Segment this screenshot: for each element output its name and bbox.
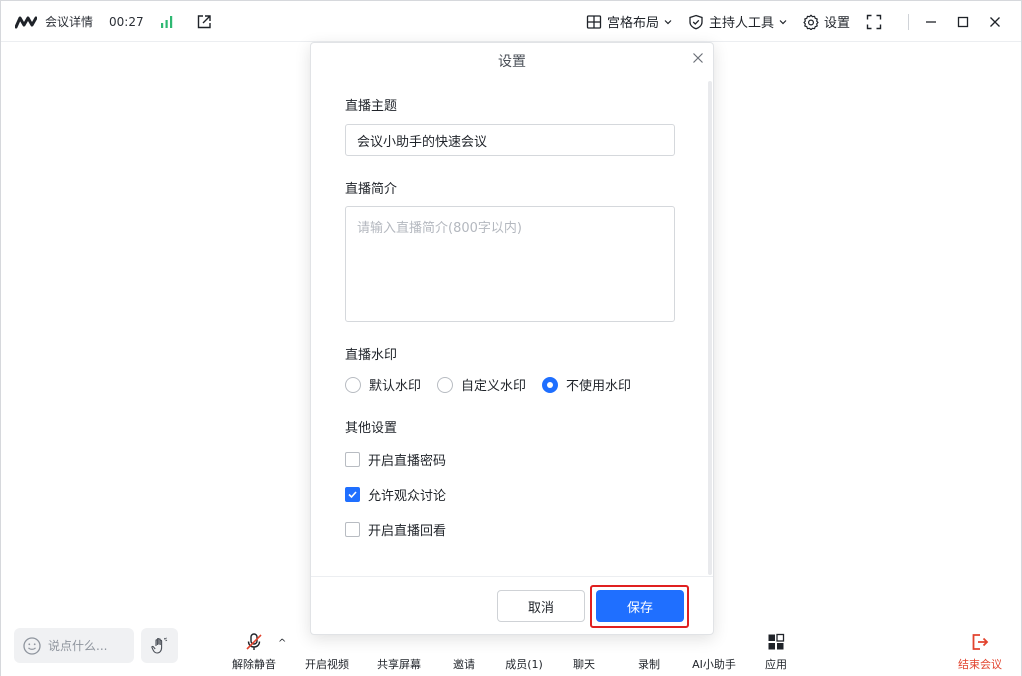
tool-label: 聊天 — [573, 658, 595, 671]
apps-button[interactable]: 应用 — [764, 622, 788, 672]
tool-label: 邀请 — [453, 658, 475, 671]
checkbox-live-replay[interactable]: 开启直播回看 — [345, 520, 446, 539]
minimize-button[interactable] — [925, 16, 937, 28]
live-topic-input[interactable]: 会议小助手的快速会议 — [345, 124, 675, 156]
grid-layout-icon — [586, 14, 602, 29]
exit-icon — [972, 634, 989, 650]
cancel-button[interactable]: 取消 — [497, 590, 585, 622]
radio-label: 默认水印 — [369, 379, 422, 394]
settings-button[interactable]: 设置 — [803, 12, 850, 31]
close-window-button[interactable] — [989, 16, 1001, 28]
signal-strength-icon — [160, 15, 172, 28]
scrollbar[interactable] — [708, 81, 712, 575]
dialog-title: 设置 — [498, 54, 526, 70]
host-tools-menu[interactable]: 主持人工具 — [688, 12, 787, 31]
live-intro-label: 直播简介 — [345, 182, 398, 197]
tool-label: AI小助手 — [692, 658, 736, 671]
dialog-footer-divider — [311, 576, 713, 577]
watermark-label: 直播水印 — [345, 348, 398, 363]
raise-hand-icon — [150, 636, 167, 654]
quick-chat-input[interactable]: 说点什么... — [14, 628, 134, 663]
checkbox-label: 开启直播密码 — [368, 454, 447, 469]
maximize-icon — [957, 16, 969, 27]
meeting-details-link[interactable]: 会议详情 — [45, 13, 93, 30]
app-logo-icon — [15, 16, 37, 28]
checkbox-label: 开启直播回看 — [368, 524, 447, 539]
tool-label: 开启视频 — [305, 658, 349, 671]
maximize-button[interactable] — [957, 16, 969, 28]
host-tools-label: 主持人工具 — [708, 16, 774, 31]
mic-muted-icon — [246, 633, 262, 650]
radio-default-watermark[interactable]: 默认水印 — [345, 375, 421, 394]
tool-label: 共享屏幕 — [377, 658, 421, 671]
shield-check-icon — [689, 14, 703, 29]
radio-no-watermark[interactable]: 不使用水印 — [542, 375, 631, 394]
settings-dialog: 设置 直播主题 会议小助手的快速会议 直播简介 请输入直播简介(800字以内) … — [310, 42, 714, 635]
chevron-down-icon — [779, 19, 787, 24]
live-intro-textarea[interactable]: 请输入直播简介(800字以内) — [345, 206, 675, 322]
checkmark-icon — [348, 491, 357, 499]
checkbox-label: 允许观众讨论 — [368, 489, 447, 504]
top-bar: 会议详情 00:27 宫格布局 主持人工具 设置 — [1, 1, 1021, 42]
radio-circle — [437, 376, 454, 393]
raise-hand-button[interactable] — [141, 628, 178, 663]
settings-label: 设置 — [823, 16, 850, 31]
checkbox-live-password[interactable]: 开启直播密码 — [345, 450, 446, 469]
chat-placeholder: 说点什么... — [48, 639, 108, 653]
checkbox-box-checked — [345, 487, 360, 502]
tool-label: 成员(1) — [505, 658, 543, 671]
checkbox-allow-discussion[interactable]: 允许观众讨论 — [345, 485, 446, 504]
save-button[interactable]: 保存 — [596, 590, 684, 622]
radio-circle-selected — [542, 376, 559, 393]
layout-menu-label: 宫格布局 — [606, 16, 659, 31]
app-window: 会议详情 00:27 宫格布局 主持人工具 设置 说点什么... 解除静音 ^ … — [0, 0, 1022, 676]
tool-label: 结束会议 — [958, 658, 1002, 671]
live-topic-label: 直播主题 — [345, 99, 398, 114]
tool-label: 录制 — [638, 658, 660, 671]
apps-grid-icon — [768, 633, 785, 650]
watermark-radio-group: 默认水印 自定义水印 不使用水印 — [345, 375, 647, 394]
toolbar-divider — [908, 13, 909, 30]
top-bar-right: 宫格布局 主持人工具 设置 — [586, 1, 1021, 42]
tool-label: 解除静音 — [232, 658, 276, 671]
share-link-icon[interactable] — [196, 14, 212, 30]
chevron-up-icon[interactable]: ^ — [278, 638, 286, 649]
emoji-icon[interactable] — [22, 636, 42, 656]
meeting-timer: 00:27 — [109, 14, 144, 29]
radio-circle — [345, 376, 361, 393]
end-meeting-button[interactable]: 结束会议 — [957, 622, 1003, 672]
radio-label: 不使用水印 — [566, 379, 632, 394]
gear-icon — [803, 14, 819, 30]
layout-menu[interactable]: 宫格布局 — [586, 12, 672, 31]
chevron-down-icon — [664, 19, 672, 24]
radio-label: 自定义水印 — [461, 379, 527, 394]
other-settings-label: 其他设置 — [345, 421, 398, 436]
top-bar-left: 会议详情 00:27 — [15, 1, 212, 42]
minimize-icon — [926, 20, 936, 23]
radio-custom-watermark[interactable]: 自定义水印 — [437, 375, 526, 394]
unmute-button[interactable]: 解除静音 — [231, 622, 277, 672]
checkbox-box — [345, 522, 360, 537]
fullscreen-icon[interactable] — [866, 14, 882, 30]
close-icon[interactable] — [692, 52, 704, 64]
tool-label: 应用 — [765, 658, 787, 671]
checkbox-box — [345, 452, 360, 467]
close-icon — [990, 16, 1000, 27]
